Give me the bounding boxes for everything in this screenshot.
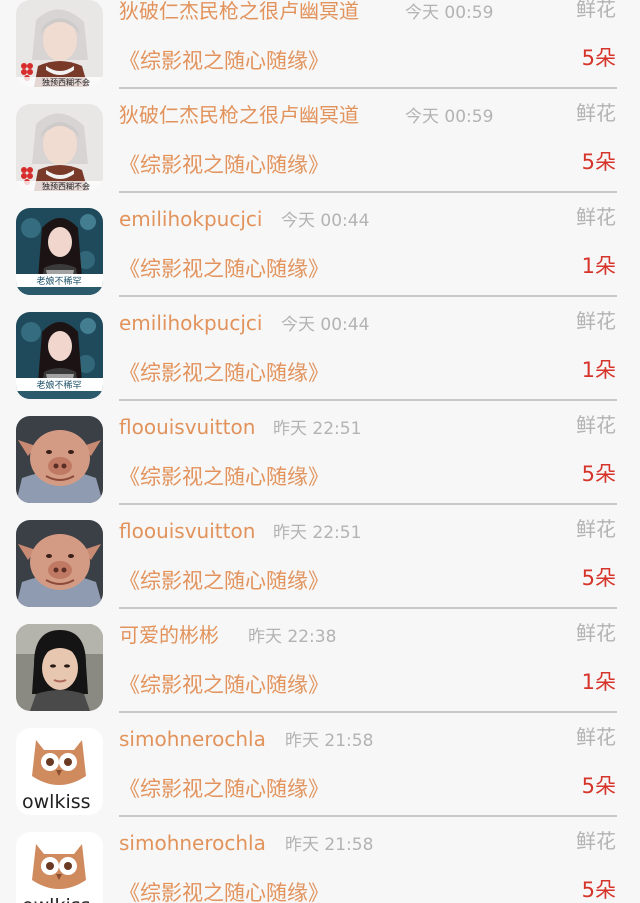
gift-record-row[interactable]: 独预西糊不会 狄破仁杰民枪之很卢幽冥道 今天 00:59 鲜花 《综影视之随心随…	[0, 89, 640, 193]
avatar-caption: 老娘不稀罕	[36, 379, 81, 391]
gift-count: 5朵	[581, 878, 616, 902]
gift-time: 昨天 22:51	[273, 523, 362, 543]
gift-record-row[interactable]: 独预西糊不会 狄破仁杰民枪之很卢幽冥道 今天 00:59 鲜花 《综影视之随心随…	[0, 0, 640, 89]
gift-record-row[interactable]: owlkiss simohnerochla 昨天 21:58 鲜花 《综影视之随…	[0, 817, 640, 903]
gift-count: 5朵	[581, 566, 616, 590]
book-title-link[interactable]: 《综影视之随心随缘》	[119, 571, 329, 592]
user-avatar[interactable]: 独预西糊不会	[16, 0, 103, 87]
gift-record-row[interactable]: 可爱的彬彬 昨天 22:38 鲜花 《综影视之随心随缘》 1朵	[0, 609, 640, 713]
user-avatar[interactable]	[16, 520, 103, 607]
avatar-caption: 独预西糊不会	[42, 77, 90, 87]
gift-count: 5朵	[581, 774, 616, 798]
gift-type-label: 鲜花	[576, 621, 616, 645]
gift-type-label: 鲜花	[576, 101, 616, 125]
gift-record-row[interactable]: floouisvuitton 昨天 22:51 鲜花 《综影视之随心随缘》 5朵	[0, 505, 640, 609]
book-title-link[interactable]: 《综影视之随心随缘》	[119, 467, 329, 488]
avatar-caption: owlkiss	[22, 895, 91, 903]
user-avatar[interactable]: 老娘不稀罕	[16, 312, 103, 399]
book-title-link[interactable]: 《综影视之随心随缘》	[119, 363, 329, 384]
gift-time: 今天 00:59	[405, 3, 494, 23]
gift-record-row[interactable]: 老娘不稀罕 emilihokpucjci 今天 00:44 鲜花 《综影视之随心…	[0, 193, 640, 297]
avatar-caption: owlkiss	[22, 791, 91, 813]
user-avatar[interactable]	[16, 416, 103, 503]
book-title-link[interactable]: 《综影视之随心随缘》	[119, 779, 329, 800]
gift-count: 1朵	[581, 254, 616, 278]
user-name[interactable]: emilihokpucjci	[119, 209, 262, 229]
user-avatar[interactable]	[16, 624, 103, 711]
gift-record-row[interactable]: floouisvuitton 昨天 22:51 鲜花 《综影视之随心随缘》 5朵	[0, 401, 640, 505]
gift-type-label: 鲜花	[576, 517, 616, 541]
user-avatar[interactable]: owlkiss	[16, 728, 103, 815]
gift-count: 1朵	[581, 358, 616, 382]
user-name[interactable]: floouisvuitton	[119, 521, 255, 541]
user-name[interactable]: simohnerochla	[119, 833, 266, 853]
gift-count: 5朵	[581, 46, 616, 70]
avatar-caption: 老娘不稀罕	[36, 275, 81, 287]
gift-time: 昨天 22:51	[273, 419, 362, 439]
user-name[interactable]: simohnerochla	[119, 729, 266, 749]
user-name[interactable]: 狄破仁杰民枪之很卢幽冥道	[119, 1, 359, 21]
book-title-link[interactable]: 《综影视之随心随缘》	[119, 675, 329, 696]
gift-time: 昨天 21:58	[285, 731, 374, 751]
gift-time: 今天 00:59	[405, 107, 494, 127]
gift-record-row[interactable]: 老娘不稀罕 emilihokpucjci 今天 00:44 鲜花 《综影视之随心…	[0, 297, 640, 401]
avatar-caption: 独预西糊不会	[42, 181, 90, 191]
gift-time: 今天 00:44	[281, 211, 370, 231]
user-name[interactable]: 狄破仁杰民枪之很卢幽冥道	[119, 105, 359, 125]
gift-type-label: 鲜花	[576, 205, 616, 229]
gift-time: 昨天 22:38	[248, 627, 337, 647]
book-title-link[interactable]: 《综影视之随心随缘》	[119, 259, 329, 280]
gift-record-row[interactable]: owlkiss simohnerochla 昨天 21:58 鲜花 《综影视之随…	[0, 713, 640, 817]
gift-type-label: 鲜花	[576, 413, 616, 437]
gift-count: 5朵	[581, 150, 616, 174]
book-title-link[interactable]: 《综影视之随心随缘》	[119, 883, 329, 903]
gift-time: 昨天 21:58	[285, 835, 374, 855]
gift-time: 今天 00:44	[281, 315, 370, 335]
book-title-link[interactable]: 《综影视之随心随缘》	[119, 51, 329, 72]
gift-type-label: 鲜花	[576, 0, 616, 21]
gift-type-label: 鲜花	[576, 829, 616, 853]
gift-count: 5朵	[581, 462, 616, 486]
user-name[interactable]: emilihokpucjci	[119, 313, 262, 333]
user-name[interactable]: 可爱的彬彬	[119, 625, 219, 645]
book-title-link[interactable]: 《综影视之随心随缘》	[119, 155, 329, 176]
gift-record-list: 独预西糊不会 狄破仁杰民枪之很卢幽冥道 今天 00:59 鲜花 《综影视之随心随…	[0, 0, 640, 903]
gift-type-label: 鲜花	[576, 309, 616, 333]
gift-type-label: 鲜花	[576, 725, 616, 749]
user-name[interactable]: floouisvuitton	[119, 417, 255, 437]
user-avatar[interactable]: owlkiss	[16, 832, 103, 903]
gift-count: 1朵	[581, 670, 616, 694]
user-avatar[interactable]: 老娘不稀罕	[16, 208, 103, 295]
user-avatar[interactable]: 独预西糊不会	[16, 104, 103, 191]
